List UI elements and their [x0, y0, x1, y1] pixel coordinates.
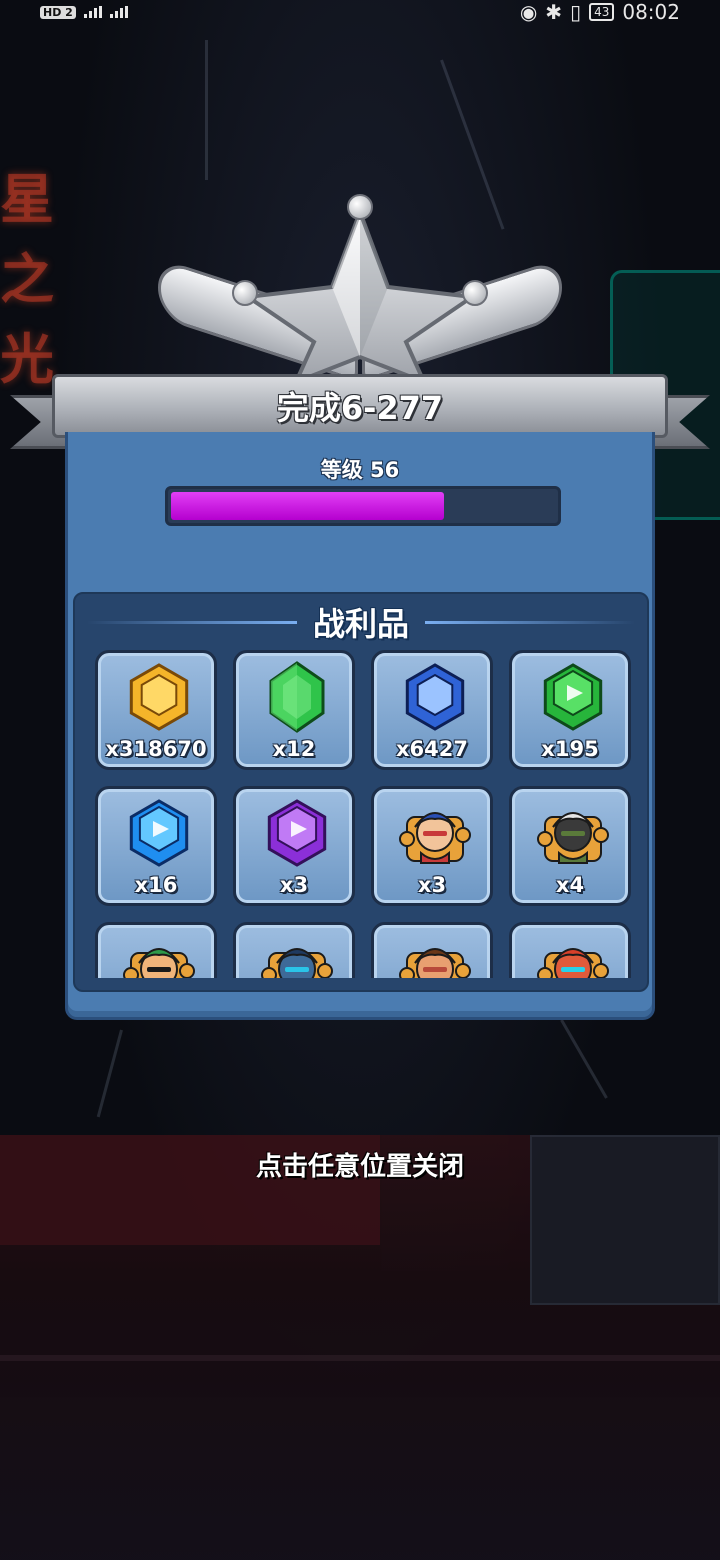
results-panel: 等级 56 战利品 x318670 x12 x6427 x195 x16 x3 …: [65, 432, 655, 1020]
divider: [86, 620, 297, 624]
badge-knob: [232, 280, 258, 306]
blue-ticket-icon: [123, 795, 195, 871]
loot-quantity: x195: [541, 737, 599, 761]
loot-header: 战利品: [75, 602, 647, 643]
badge-knob: [347, 194, 373, 220]
blue-token-icon: [399, 659, 471, 735]
loot-quantity: x318670: [105, 737, 207, 761]
loot-item[interactable]: x6427: [371, 650, 493, 770]
signal-icon: [109, 6, 128, 18]
xp-progress-bar: [165, 486, 561, 526]
hero-green-hair-puzzle-icon: [123, 931, 195, 978]
xp-progress-fill: [171, 492, 444, 520]
loot-item[interactable]: [371, 922, 493, 978]
loot-item[interactable]: x4: [509, 786, 631, 906]
divider: [425, 620, 635, 624]
green-ticket-icon: [537, 659, 609, 735]
loot-item[interactable]: x3: [233, 786, 355, 906]
loot-item[interactable]: x195: [509, 650, 631, 770]
vibrate-icon: ▯: [570, 0, 582, 24]
purple-ticket-icon: [261, 795, 333, 871]
hero-masked-puzzle-icon: [537, 795, 609, 871]
background-pole: [96, 1029, 123, 1118]
signal-icon: [83, 6, 102, 18]
hero-blue-cat-puzzle-icon: [261, 931, 333, 978]
hd-badge: HD 2: [40, 5, 76, 19]
loot-quantity: x4: [555, 873, 585, 897]
loot-grid[interactable]: x318670 x12 x6427 x195 x16 x3 x3 x4: [95, 650, 631, 978]
green-gem-icon: [261, 659, 333, 735]
eye-icon: ◉: [519, 0, 538, 24]
hero-red-hair-puzzle-icon: [399, 795, 471, 871]
loot-quantity: x12: [272, 737, 316, 761]
loot-item[interactable]: [95, 922, 217, 978]
loot-item[interactable]: x12: [233, 650, 355, 770]
player-level-label: 等级 56: [320, 458, 400, 482]
loot-item[interactable]: [233, 922, 355, 978]
loot-item[interactable]: x16: [95, 786, 217, 906]
battery-icon: 43: [589, 3, 615, 21]
stage-complete-title: 完成6-277: [276, 389, 444, 427]
star-badge-icon: [150, 190, 570, 390]
stage-complete-ribbon: 完成6-277: [52, 374, 668, 438]
loot-quantity: x16: [134, 873, 178, 897]
clock: 08:02: [622, 0, 680, 24]
background-pole: [560, 1019, 608, 1099]
background-buildings: [0, 1135, 720, 1560]
loot-item[interactable]: x318670: [95, 650, 217, 770]
loot-quantity: x3: [417, 873, 447, 897]
loot-item[interactable]: x3: [371, 786, 493, 906]
bluetooth-icon: ✱: [545, 0, 563, 24]
loot-quantity: x3: [279, 873, 309, 897]
background-pole: [205, 40, 208, 180]
tap-anywhere-to-close-hint[interactable]: 点击任意位置关闭: [0, 1146, 720, 1183]
status-bar: HD 2 ◉ ✱ ▯ 43 08:02: [0, 0, 720, 24]
loot-title: 战利品: [312, 605, 409, 643]
hero-red-robot-puzzle-icon: [537, 931, 609, 978]
loot-quantity: x6427: [396, 737, 468, 761]
hero-brown-hair-puzzle-icon: [399, 931, 471, 978]
loot-section: 战利品 x318670 x12 x6427 x195 x16 x3 x3 x4: [73, 592, 649, 992]
loot-item[interactable]: [509, 922, 631, 978]
badge-knob: [462, 280, 488, 306]
gold-coin-icon: [123, 659, 195, 735]
